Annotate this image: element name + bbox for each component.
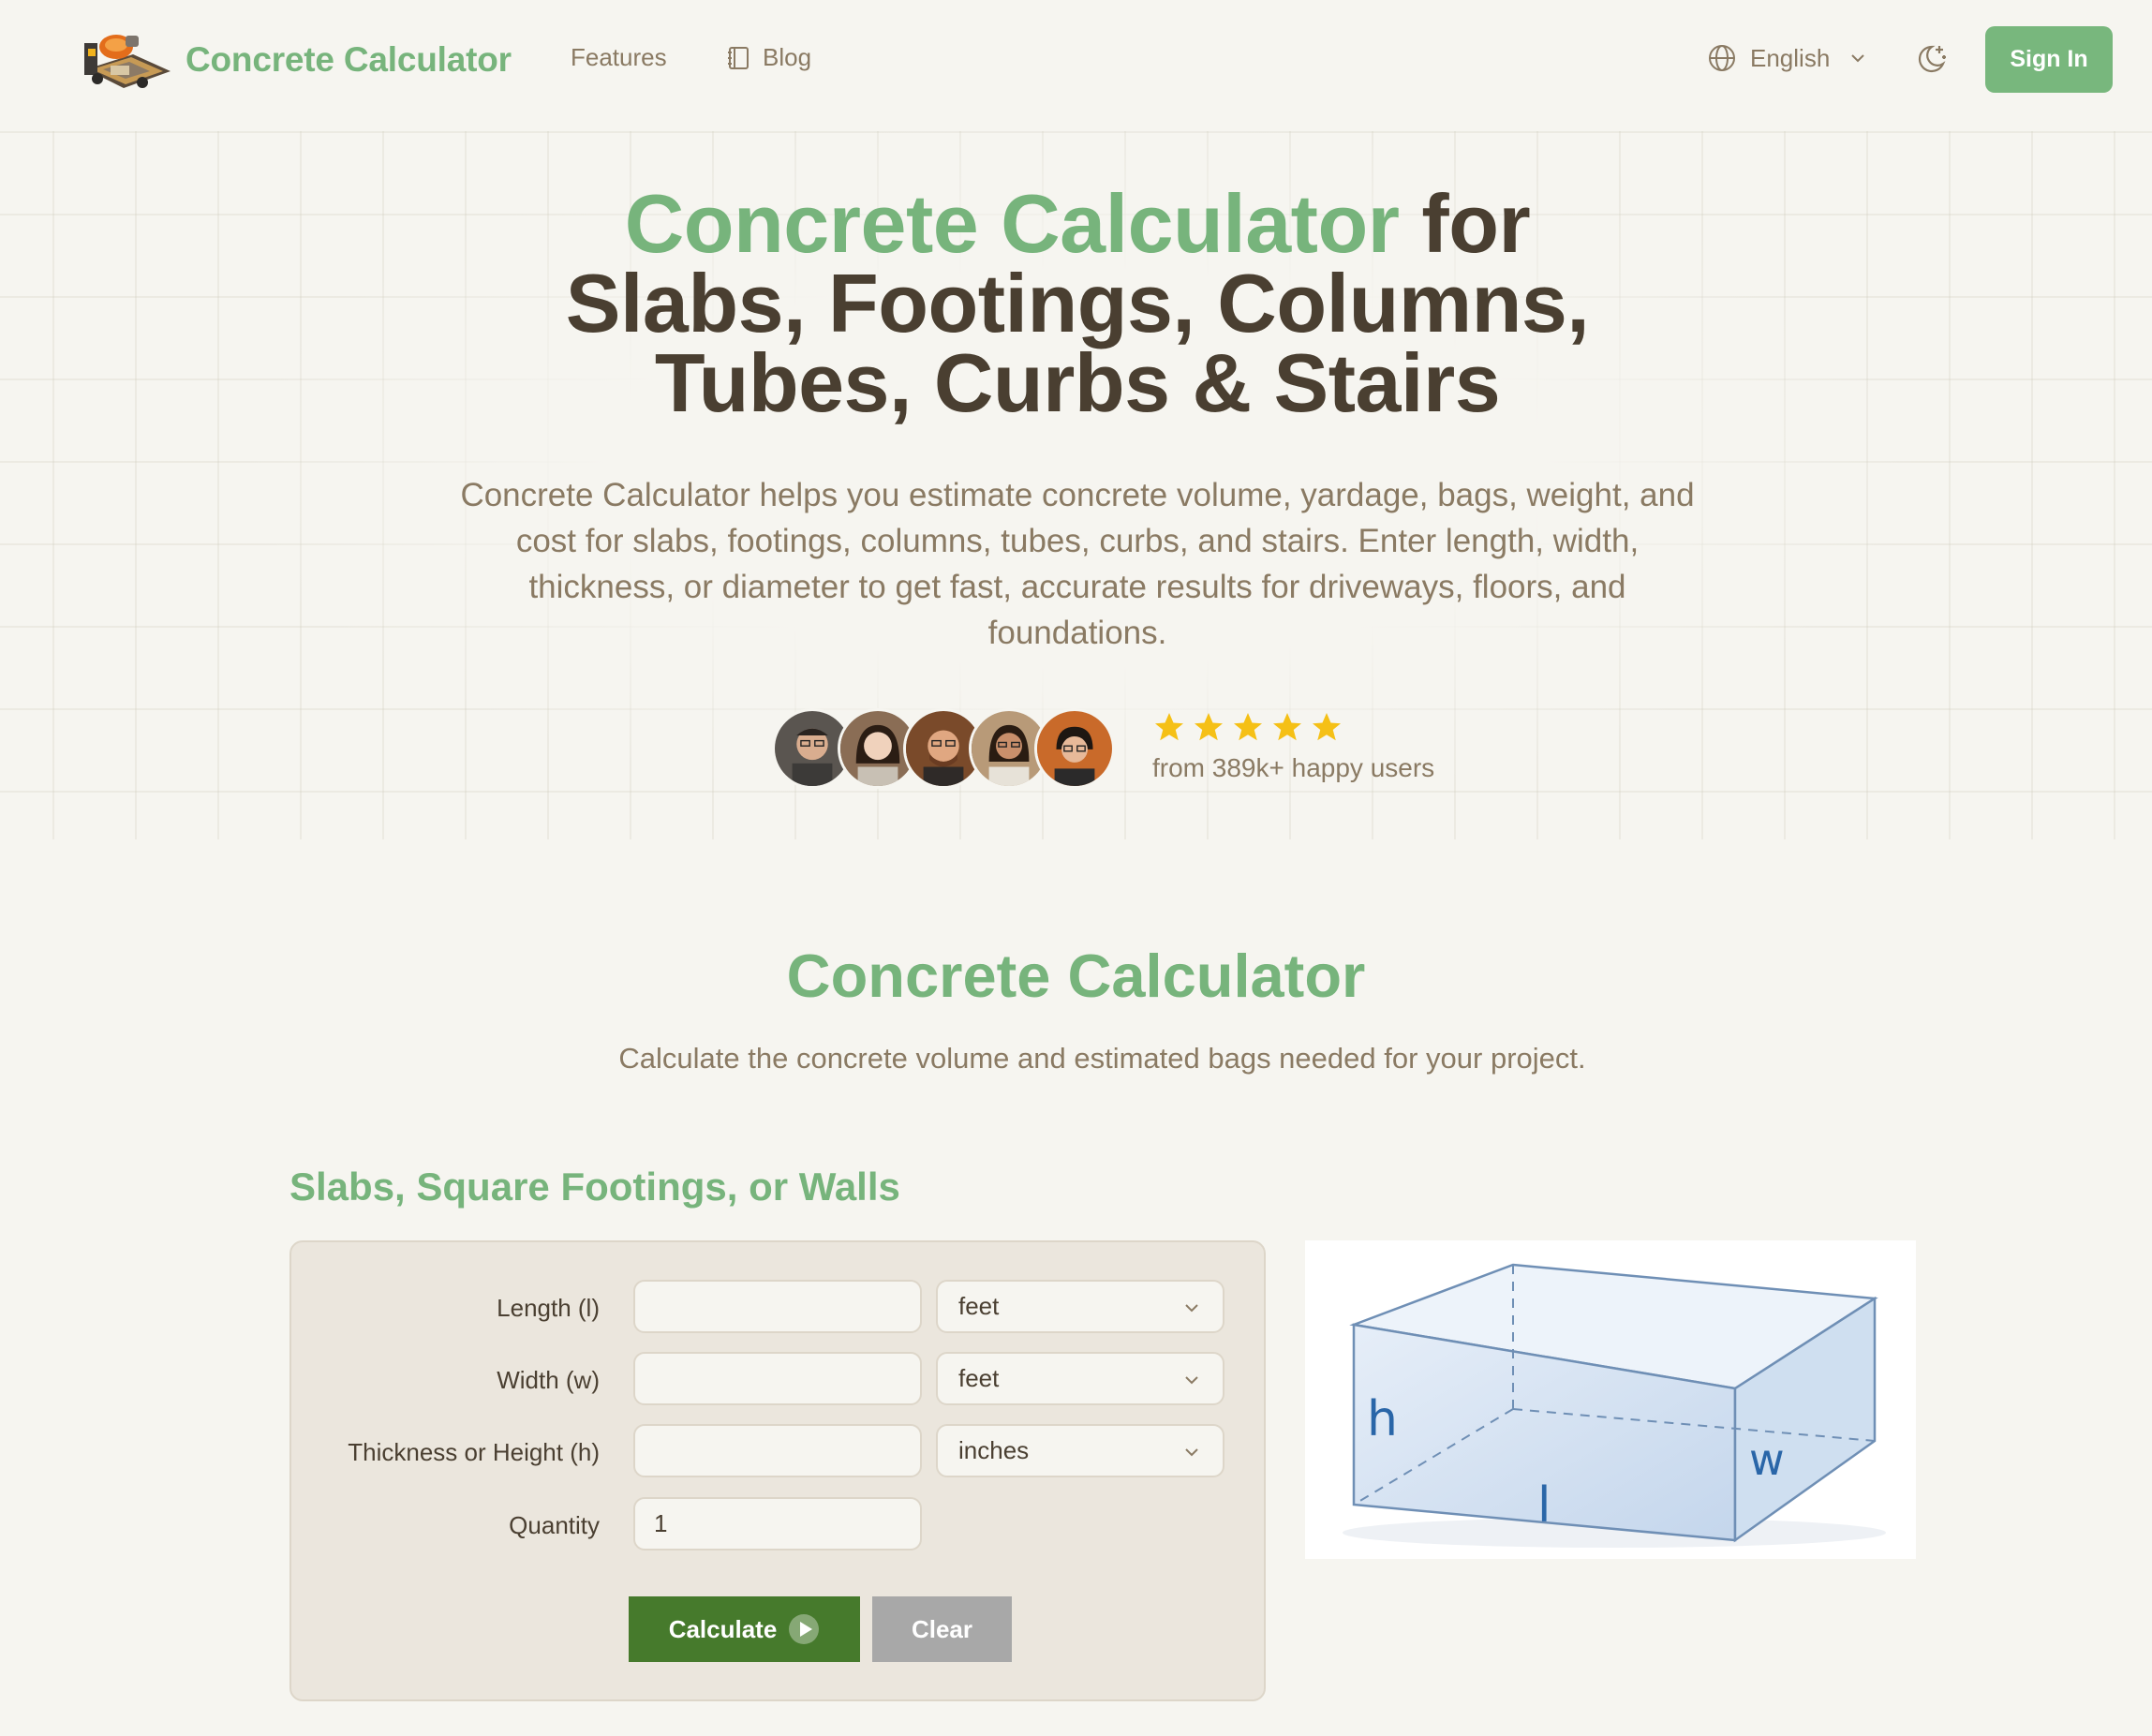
star-icon [1195, 713, 1223, 741]
width-input[interactable] [633, 1352, 922, 1405]
chevron-down-icon [1185, 1304, 1198, 1313]
globe-icon [1709, 45, 1735, 71]
slab-calculator-form: Length (l) feet Width (w) feet Thickness… [289, 1240, 1266, 1701]
calculator-subtitle: Calculate the concrete volume and estima… [618, 1042, 1586, 1075]
chevron-down-icon [1185, 1376, 1198, 1385]
brand-name: Concrete Calculator [186, 40, 512, 79]
social-proof-text: from 389k+ happy users [1152, 753, 1435, 782]
width-dim-label: w [1749, 1434, 1785, 1485]
length-unit-select[interactable]: feet [936, 1280, 1224, 1333]
height-label: h [1367, 1391, 1398, 1447]
star-icon [1273, 713, 1301, 741]
book-icon [728, 46, 749, 69]
width-label: Width (w) [497, 1366, 600, 1394]
slab-section-title: Slabs, Square Footings, or Walls [289, 1165, 900, 1209]
length-unit-value: feet [958, 1292, 1000, 1320]
quantity-input[interactable] [633, 1497, 922, 1551]
quantity-label: Quantity [509, 1511, 600, 1539]
nav-blog-label: Blog [763, 43, 812, 71]
clear-button[interactable]: Clear [872, 1596, 1012, 1662]
sign-in-button[interactable]: Sign In [1985, 26, 2113, 93]
slab-dimensions-diagram: h l w [1305, 1240, 1916, 1559]
length-input[interactable] [633, 1280, 922, 1333]
chevron-down-icon [1185, 1448, 1198, 1457]
nav-blog-link[interactable]: Blog [725, 43, 811, 72]
hero-title-line-3: Tubes, Curbs & Stairs [654, 336, 1501, 429]
width-unit-value: feet [958, 1364, 1000, 1392]
calculate-button-label: Calculate [668, 1614, 778, 1643]
star-icon [1234, 713, 1262, 741]
concrete-mixer-logo-icon [84, 35, 171, 88]
calculator-title: Concrete Calculator [786, 942, 1366, 1010]
thickness-unit-select[interactable]: inches [936, 1424, 1224, 1477]
hero-description: Concrete Calculator helps you estimate c… [460, 477, 1695, 651]
thickness-label: Thickness or Height (h) [348, 1438, 600, 1466]
star-icon [1313, 713, 1341, 741]
thickness-input[interactable] [633, 1424, 922, 1477]
moon-stars-icon[interactable] [1913, 41, 1949, 77]
avatar [1034, 708, 1115, 789]
nav-features-link[interactable]: Features [571, 43, 667, 72]
language-label: English [1750, 43, 1831, 72]
user-avatars [772, 708, 1115, 789]
thickness-unit-value: inches [958, 1436, 1030, 1464]
play-icon [789, 1614, 820, 1644]
calculate-button[interactable]: Calculate [629, 1596, 860, 1662]
length-dim-label: l [1537, 1477, 1551, 1534]
site-header: Concrete Calculator Features Blog Englis… [0, 0, 2152, 120]
language-selector[interactable]: English [1707, 43, 1867, 73]
hero-title: Concrete Calculator for Slabs, Footings,… [375, 183, 1780, 424]
brand-link[interactable]: Concrete Calculator [77, 22, 512, 97]
width-unit-select[interactable]: feet [936, 1352, 1224, 1405]
rating-stars [1152, 710, 1349, 744]
length-label: Length (l) [497, 1294, 600, 1322]
chevron-down-icon [1851, 54, 1864, 63]
star-icon [1155, 713, 1183, 741]
box-diagram-illustration: h l w [1343, 1263, 1886, 1548]
